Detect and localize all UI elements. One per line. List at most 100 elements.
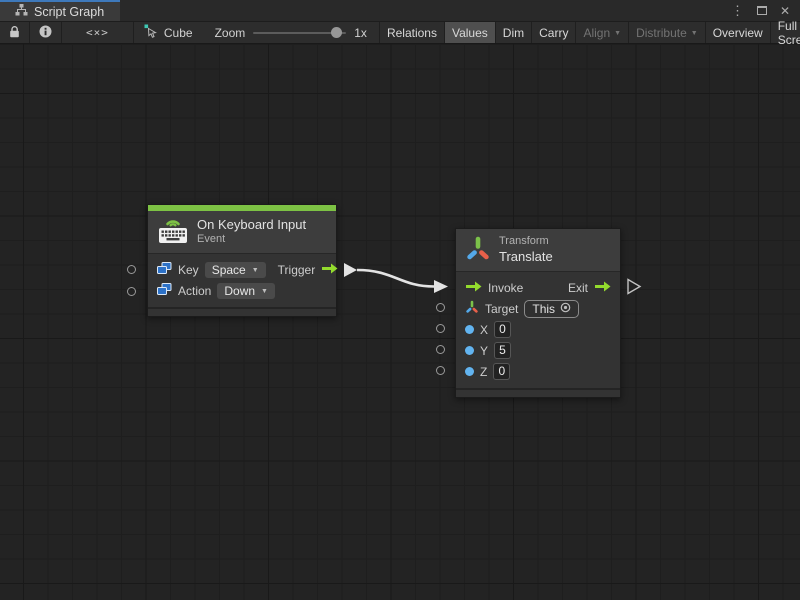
chevron-down-icon: ▼: [691, 30, 698, 37]
toolbar-buttons: Relations Values Dim Carry Align ▼ Distr…: [379, 22, 800, 43]
code-icon: <×>: [86, 26, 109, 39]
y-port-label: Y: [480, 344, 488, 358]
invoke-port-label: Invoke: [488, 281, 523, 295]
graph-canvas[interactable]: On Keyboard Input Event Key Space ▼: [0, 44, 800, 600]
target-value: This: [532, 302, 555, 316]
overview-button[interactable]: Overview: [705, 22, 770, 43]
action-external-port[interactable]: [127, 287, 136, 296]
exit-output-port[interactable]: [594, 281, 611, 295]
close-icon[interactable]: ✕: [780, 5, 790, 17]
key-dropdown-value: Space: [212, 263, 246, 277]
node-title: Translate: [499, 249, 553, 265]
x-external-port[interactable]: [436, 324, 445, 333]
y-port-row: Y 5: [456, 340, 620, 361]
align-button[interactable]: Align ▼: [575, 22, 628, 43]
more-menu-icon[interactable]: ⋮: [731, 4, 744, 17]
node-translate[interactable]: Transform Translate Invoke Exit: [455, 228, 621, 398]
literal-icon: [157, 283, 172, 299]
literal-icon: [157, 262, 172, 278]
action-dropdown[interactable]: Down ▼: [217, 283, 275, 299]
values-button[interactable]: Values: [444, 22, 495, 43]
target-port-row: Target This: [456, 298, 620, 319]
key-port-label: Key: [178, 263, 199, 277]
graph-icon: [15, 4, 28, 19]
keyboard-event-icon: [158, 217, 188, 247]
node-header-text: On Keyboard Input Event: [197, 217, 306, 247]
x-port-label: X: [480, 323, 488, 337]
z-port-row: Z 0: [456, 361, 620, 382]
target-external-port[interactable]: [436, 303, 445, 312]
toolbar: <×> Cube Zoom 1x Relations Values: [0, 21, 800, 44]
key-port-row: Key Space ▼ Trigger: [148, 259, 336, 280]
graph-target-label: Cube: [164, 26, 193, 40]
value-port-icon[interactable]: [465, 367, 474, 376]
info-icon: [39, 25, 52, 41]
overview-label: Overview: [713, 26, 763, 40]
trigger-output-port[interactable]: [321, 263, 338, 277]
distribute-button[interactable]: Distribute ▼: [628, 22, 705, 43]
fullscreen-button[interactable]: Full Screen: [770, 22, 800, 43]
dim-button[interactable]: Dim: [495, 22, 531, 43]
action-port-row: Action Down ▼: [148, 280, 336, 301]
target-value-chip[interactable]: This: [524, 300, 579, 318]
chevron-down-icon: ▼: [614, 30, 621, 37]
graph-target[interactable]: Cube: [134, 22, 203, 43]
lock-icon: [9, 25, 20, 41]
node-body: Invoke Exit: [456, 272, 620, 388]
y-external-port[interactable]: [436, 345, 445, 354]
invoke-input-port[interactable]: [465, 281, 482, 295]
zoom-slider[interactable]: [253, 32, 346, 34]
tab-title: Script Graph: [34, 5, 104, 19]
value-port-icon[interactable]: [465, 346, 474, 355]
node-subtitle: Event: [197, 233, 306, 247]
x-value-field[interactable]: 0: [494, 321, 511, 338]
node-header: Transform Translate: [456, 229, 620, 272]
relations-button[interactable]: Relations: [379, 22, 444, 43]
chevron-down-icon: ▼: [252, 267, 259, 274]
align-label: Align: [583, 26, 610, 40]
chevron-down-icon: ▼: [261, 288, 268, 295]
dim-label: Dim: [503, 26, 524, 40]
target-port-label: Target: [485, 302, 518, 316]
zoom-slider-handle[interactable]: [331, 27, 342, 38]
key-dropdown[interactable]: Space ▼: [205, 262, 266, 278]
trigger-port-label: Trigger: [278, 263, 316, 277]
carry-label: Carry: [539, 26, 568, 40]
trigger-source-arrow[interactable]: [344, 263, 357, 277]
x-port-row: X 0: [456, 319, 620, 340]
action-port-label: Action: [178, 284, 211, 298]
exit-flow-triangle[interactable]: [628, 280, 640, 294]
values-label: Values: [452, 26, 488, 40]
tab-bar: Script Graph ⋮ ✕: [0, 0, 800, 21]
value-port-icon[interactable]: [465, 325, 474, 334]
action-dropdown-value: Down: [224, 284, 255, 298]
carry-button[interactable]: Carry: [531, 22, 575, 43]
node-header-text: Transform Translate: [499, 235, 553, 265]
z-port-label: Z: [480, 365, 487, 379]
target-picker-icon: [560, 302, 571, 316]
z-external-port[interactable]: [436, 366, 445, 375]
info-button[interactable]: [30, 22, 62, 43]
lock-button[interactable]: [0, 22, 30, 43]
maximize-icon[interactable]: [757, 6, 767, 15]
node-on-keyboard-input[interactable]: On Keyboard Input Event Key Space ▼: [147, 204, 337, 317]
zoom-value: 1x: [354, 26, 367, 40]
connection-arrowhead: [434, 280, 448, 293]
key-external-port[interactable]: [127, 265, 136, 274]
code-view-button[interactable]: <×>: [62, 22, 134, 43]
y-value-field[interactable]: 5: [494, 342, 511, 359]
invoke-exit-row: Invoke Exit: [456, 277, 620, 298]
zoom-control: Zoom 1x: [203, 22, 379, 43]
z-value-field[interactable]: 0: [493, 363, 510, 380]
zoom-label: Zoom: [215, 26, 246, 40]
distribute-label: Distribute: [636, 26, 687, 40]
pointer-icon: [144, 24, 158, 41]
node-body: Key Space ▼ Trigger: [148, 254, 336, 307]
relations-label: Relations: [387, 26, 437, 40]
node-title: On Keyboard Input: [197, 217, 306, 233]
tab-script-graph[interactable]: Script Graph: [0, 0, 120, 21]
fullscreen-label: Full Screen: [778, 19, 800, 47]
node-category: Transform: [499, 235, 553, 249]
connection-layer: [0, 44, 800, 600]
connection-wire[interactable]: [357, 270, 434, 287]
